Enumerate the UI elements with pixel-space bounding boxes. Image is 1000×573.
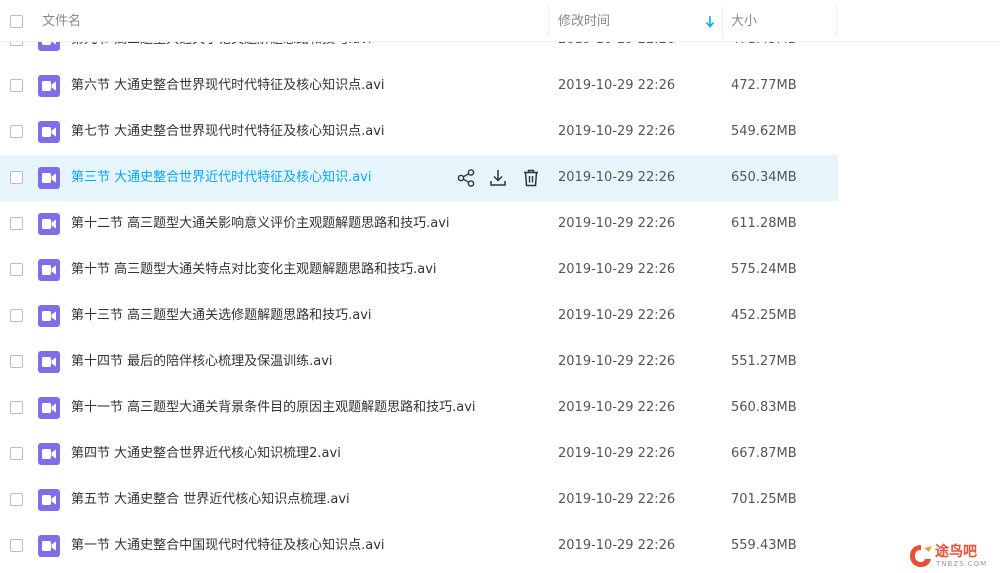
column-header-size[interactable]: 大小 bbox=[731, 0, 757, 42]
video-file-icon bbox=[38, 121, 60, 143]
row-checkbox[interactable] bbox=[10, 309, 23, 322]
row-checkbox[interactable] bbox=[10, 79, 23, 92]
file-size: 559.43MB bbox=[731, 538, 797, 553]
file-name[interactable]: 第四节 大通史整合世界近代核心知识梳理2.avi bbox=[71, 431, 341, 477]
video-file-icon bbox=[38, 305, 60, 327]
arrow-down-icon[interactable] bbox=[703, 12, 717, 32]
file-modified-time: 2019-10-29 22:26 bbox=[558, 538, 676, 553]
file-modified-time: 2019-10-29 22:26 bbox=[558, 78, 676, 93]
video-file-icon bbox=[38, 443, 60, 465]
file-row[interactable]: 第十三节 高三题型大通关选修题解题思路和技巧.avi 2019-10-29 22:… bbox=[0, 293, 838, 339]
row-checkbox[interactable] bbox=[10, 539, 23, 552]
file-row[interactable]: 第三节 大通史整合世界近代时代特征及核心知识.avi 2019-10-29 22:… bbox=[0, 155, 838, 201]
delete-icon bbox=[520, 167, 542, 189]
file-size: 472.77MB bbox=[731, 78, 797, 93]
file-name[interactable]: 第一节 大通史整合中国现代时代特征及核心知识点.avi bbox=[71, 523, 385, 569]
file-name[interactable]: 第五节 大通史整合 世界近代核心知识点梳理.avi bbox=[71, 477, 350, 523]
file-name[interactable]: 第十三节 高三题型大通关选修题解题思路和技巧.avi bbox=[71, 293, 372, 339]
file-row[interactable]: 第十节 高三题型大通关特点对比变化主观题解题思路和技巧.avi 2019-10-2… bbox=[0, 247, 838, 293]
row-checkbox[interactable] bbox=[10, 355, 23, 368]
video-file-icon bbox=[38, 351, 60, 373]
file-row[interactable]: 第七节 大通史整合世界现代时代特征及核心知识点.avi 2019-10-29 22… bbox=[0, 109, 838, 155]
file-size: 611.28MB bbox=[731, 216, 797, 231]
file-row[interactable]: 第九节 高三题型大通关小论文题解题思路和技巧.avi 2019-10-29 22:… bbox=[0, 42, 838, 63]
file-row[interactable]: 第十四节 最后的陪伴核心梳理及保温训练.avi 2019-10-29 22:26 5… bbox=[0, 339, 838, 385]
row-checkbox[interactable] bbox=[10, 171, 23, 184]
file-name[interactable]: 第六节 大通史整合世界现代时代特征及核心知识点.avi bbox=[71, 63, 385, 109]
video-file-icon bbox=[38, 75, 60, 97]
file-modified-time: 2019-10-29 22:26 bbox=[558, 308, 676, 323]
file-size: 650.34MB bbox=[731, 170, 797, 185]
row-checkbox[interactable] bbox=[10, 263, 23, 276]
file-modified-time: 2019-10-29 22:26 bbox=[558, 354, 676, 369]
watermark-logo: 途鸟吧 TNBZS.COM bbox=[905, 540, 997, 572]
file-name[interactable]: 第三节 大通史整合世界近代时代特征及核心知识.avi bbox=[71, 155, 372, 201]
file-name[interactable]: 第十一节 高三题型大通关背景条件目的原因主观题解题思路和技巧.avi bbox=[71, 385, 476, 431]
video-file-icon bbox=[38, 259, 60, 281]
file-row[interactable]: 第五节 大通史整合 世界近代核心知识点梳理.avi 2019-10-29 22:2… bbox=[0, 477, 838, 523]
video-file-icon bbox=[38, 489, 60, 511]
file-name[interactable]: 第十节 高三题型大通关特点对比变化主观题解题思路和技巧.avi bbox=[71, 247, 437, 293]
row-checkbox[interactable] bbox=[10, 217, 23, 230]
file-size: 549.62MB bbox=[731, 124, 797, 139]
row-checkbox[interactable] bbox=[10, 493, 23, 506]
file-name[interactable]: 第七节 大通史整合世界现代时代特征及核心知识点.avi bbox=[71, 109, 385, 155]
file-size: 471.45MB bbox=[731, 42, 797, 63]
share-button[interactable] bbox=[455, 167, 477, 189]
file-name[interactable]: 第十二节 高三题型大通关影响意义评价主观题解题思路和技巧.avi bbox=[71, 201, 450, 247]
file-name[interactable]: 第九节 高三题型大通关小论文题解题思路和技巧.avi bbox=[71, 42, 372, 63]
column-header-modified[interactable]: 修改时间 bbox=[558, 0, 610, 42]
column-divider bbox=[836, 5, 837, 37]
file-row[interactable]: 第十一节 高三题型大通关背景条件目的原因主观题解题思路和技巧.avi 2019-1… bbox=[0, 385, 838, 431]
file-modified-time: 2019-10-29 22:26 bbox=[558, 400, 676, 415]
file-modified-time: 2019-10-29 22:26 bbox=[558, 216, 676, 231]
row-checkbox[interactable] bbox=[10, 125, 23, 138]
file-size: 575.24MB bbox=[731, 262, 797, 277]
column-divider bbox=[548, 5, 549, 37]
file-modified-time: 2019-10-29 22:26 bbox=[558, 262, 676, 277]
file-modified-time: 2019-10-29 22:26 bbox=[558, 446, 676, 461]
file-list-header: 文件名 修改时间 大小 bbox=[0, 0, 1000, 42]
file-modified-time: 2019-10-29 22:26 bbox=[558, 42, 675, 63]
video-file-icon bbox=[38, 42, 60, 51]
share-icon bbox=[455, 167, 477, 189]
file-list: 第九节 高三题型大通关小论文题解题思路和技巧.avi 2019-10-29 22:… bbox=[0, 42, 1000, 573]
file-row[interactable]: 第四节 大通史整合世界近代核心知识梳理2.avi 2019-10-29 22:26… bbox=[0, 431, 838, 477]
column-divider bbox=[722, 5, 723, 37]
video-file-icon bbox=[38, 397, 60, 419]
file-size: 560.83MB bbox=[731, 400, 797, 415]
file-size: 701.25MB bbox=[731, 492, 797, 507]
row-checkbox[interactable] bbox=[10, 42, 23, 46]
file-modified-time: 2019-10-29 22:26 bbox=[558, 170, 676, 185]
file-row[interactable]: 第六节 大通史整合世界现代时代特征及核心知识点.avi 2019-10-29 22… bbox=[0, 63, 838, 109]
video-file-icon bbox=[38, 535, 60, 557]
column-header-name[interactable]: 文件名 bbox=[42, 0, 81, 42]
file-size: 452.25MB bbox=[731, 308, 797, 323]
download-button[interactable] bbox=[487, 167, 509, 189]
file-modified-time: 2019-10-29 22:26 bbox=[558, 124, 676, 139]
video-file-icon bbox=[38, 167, 60, 189]
row-checkbox[interactable] bbox=[10, 447, 23, 460]
file-size: 667.87MB bbox=[731, 446, 797, 461]
select-all-checkbox[interactable] bbox=[10, 15, 23, 28]
file-size: 551.27MB bbox=[731, 354, 797, 369]
file-name[interactable]: 第十四节 最后的陪伴核心梳理及保温训练.avi bbox=[71, 339, 333, 385]
download-icon bbox=[487, 167, 509, 189]
video-file-icon bbox=[38, 213, 60, 235]
watermark-title: 途鸟吧 bbox=[935, 544, 977, 560]
file-row[interactable]: 第十二节 高三题型大通关影响意义评价主观题解题思路和技巧.avi 2019-10-… bbox=[0, 201, 838, 247]
file-modified-time: 2019-10-29 22:26 bbox=[558, 492, 676, 507]
watermark-subtitle: TNBZS.COM bbox=[936, 560, 988, 568]
row-checkbox[interactable] bbox=[10, 401, 23, 414]
delete-button[interactable] bbox=[520, 167, 542, 189]
file-row[interactable]: 第一节 大通史整合中国现代时代特征及核心知识点.avi 2019-10-29 22… bbox=[0, 523, 838, 569]
